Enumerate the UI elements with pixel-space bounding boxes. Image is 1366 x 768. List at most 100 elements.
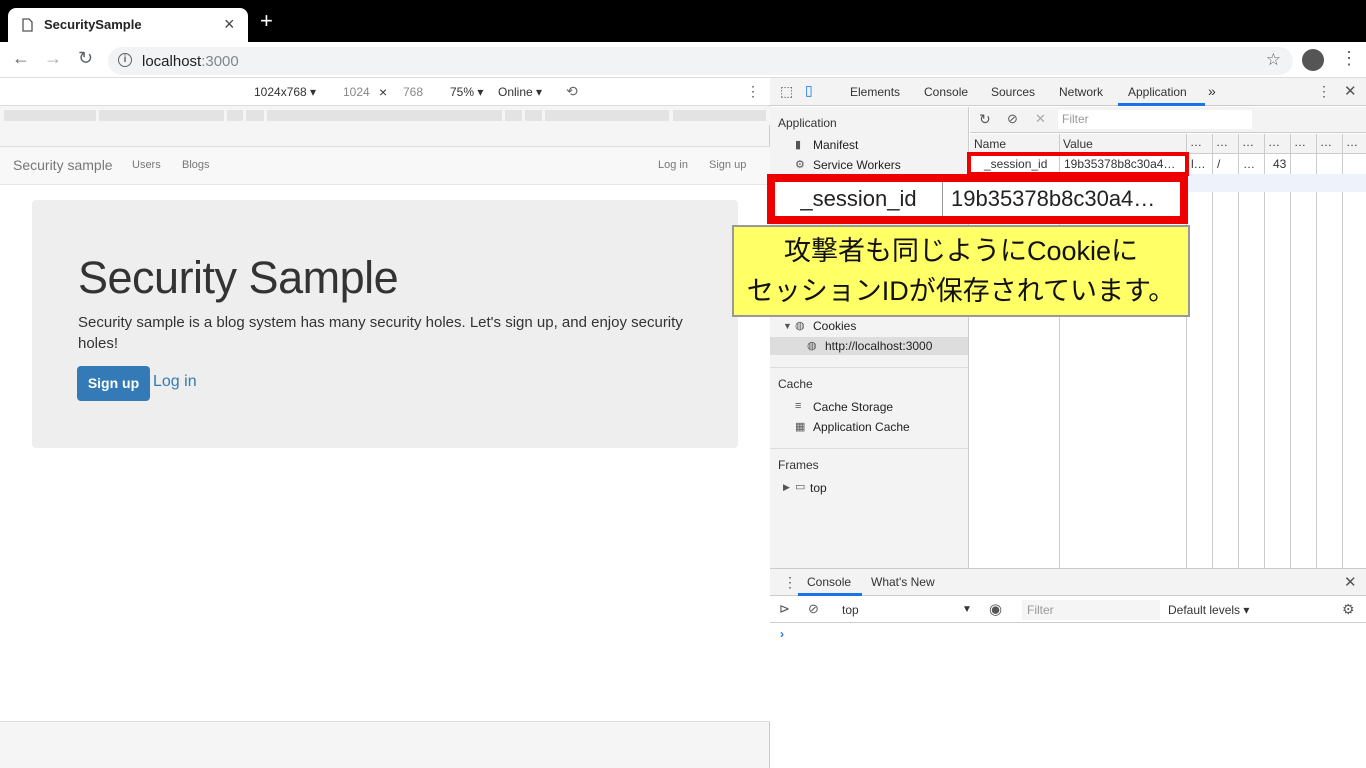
- console-filter-input[interactable]: Filter: [1022, 600, 1160, 620]
- emulated-viewport: 1024x768 ▾ 1024 × 768 75% ▾ Online ▾ ⟲ ⋮…: [0, 78, 770, 768]
- web-page: Security sample Users Blogs Log in Sign …: [0, 146, 770, 722]
- page-heading: Security Sample: [78, 252, 399, 303]
- clear-all-icon[interactable]: ⊘: [1007, 111, 1018, 127]
- highlight-box: [967, 152, 1189, 176]
- cookie-toolbar: ↻ ⊘ ✕ Filter: [970, 107, 1366, 133]
- sidebar-item-cookies[interactable]: Cookies: [813, 319, 856, 333]
- cookie-size-cell: 43: [1273, 157, 1287, 171]
- bookmark-star-icon[interactable]: ☆: [1266, 50, 1281, 70]
- context-dropdown-icon[interactable]: ▼: [962, 604, 972, 615]
- delete-selected-icon[interactable]: ✕: [1035, 111, 1046, 127]
- settings-gear-icon[interactable]: ⚙: [1342, 601, 1355, 618]
- reload-icon[interactable]: ↻: [78, 48, 93, 69]
- cookie-origin-icon: ◍: [807, 340, 817, 352]
- signup-button[interactable]: Sign up: [77, 366, 150, 401]
- sidebar-item-frame-top[interactable]: top: [810, 481, 827, 495]
- inspect-element-icon[interactable]: ⬚: [780, 83, 793, 100]
- col-value[interactable]: Value: [1063, 137, 1093, 151]
- device-select[interactable]: 1024x768 ▾: [254, 85, 316, 99]
- zoomed-cookie-value: 19b35378b8c30a4…: [951, 186, 1156, 211]
- width-input[interactable]: 1024: [343, 85, 370, 99]
- cookie-expires-cell: …: [1243, 157, 1255, 171]
- drawer-active-indicator: [798, 593, 862, 596]
- close-tab-icon[interactable]: ×: [224, 14, 235, 35]
- site-brand[interactable]: Security sample: [13, 157, 113, 173]
- lead-text: Security sample is a blog system has man…: [78, 314, 683, 352]
- height-input[interactable]: 768: [403, 85, 423, 99]
- annotation-callout: 攻撃者も同じようにCookieに セッションIDが保存されています。: [732, 225, 1190, 317]
- cookie-filter-input[interactable]: Filter: [1058, 110, 1252, 129]
- more-tabs-icon[interactable]: »: [1208, 83, 1216, 99]
- sidebar-toggle-icon[interactable]: ⊳: [779, 601, 790, 617]
- browser-tab[interactable]: SecuritySample ×: [8, 8, 248, 42]
- col-domain[interactable]: …: [1190, 135, 1202, 149]
- login-link[interactable]: Log in: [153, 373, 197, 391]
- browser-title-bar: SecuritySample × +: [0, 0, 1366, 42]
- device-toggle-icon[interactable]: ▯: [805, 82, 813, 99]
- close-drawer-icon[interactable]: ✕: [1344, 573, 1357, 591]
- cache-section-header: Cache: [778, 377, 813, 391]
- gear-icon: ⚙: [795, 159, 805, 171]
- console-toolbar: ⊳ ⊘ top ▼ ◉ Filter Default levels ▾ ⚙: [770, 597, 1366, 623]
- devtools-menu-icon[interactable]: ⋮: [1317, 83, 1331, 100]
- application-section-header: Application: [778, 116, 837, 130]
- address-bar[interactable]: i localhost:3000 ☆: [108, 47, 1293, 75]
- nav-blogs-link[interactable]: Blogs: [182, 159, 210, 171]
- tab-elements[interactable]: Elements: [850, 85, 900, 99]
- new-tab-icon[interactable]: +: [260, 10, 273, 32]
- collapse-arrow-icon[interactable]: ▶: [783, 482, 790, 493]
- col-expires[interactable]: …: [1242, 135, 1254, 149]
- cookie-domain-cell: l…: [1191, 157, 1206, 171]
- browser-menu-icon[interactable]: ⋮: [1340, 48, 1358, 69]
- back-icon[interactable]: ←: [12, 48, 30, 69]
- tab-network[interactable]: Network: [1059, 85, 1103, 99]
- expand-arrow-icon[interactable]: ▼: [783, 321, 792, 331]
- col-path[interactable]: …: [1216, 135, 1228, 149]
- tab-application[interactable]: Application: [1128, 85, 1187, 99]
- eye-icon[interactable]: ◉: [989, 600, 1002, 618]
- close-devtools-icon[interactable]: ✕: [1344, 82, 1357, 100]
- device-more-icon[interactable]: ⋮: [746, 83, 760, 100]
- col-samesite[interactable]: …: [1346, 135, 1358, 149]
- refresh-icon[interactable]: ↻: [979, 111, 991, 128]
- col-size[interactable]: …: [1268, 135, 1280, 149]
- browser-toolbar: ← → ↻ i localhost:3000 ☆ ⋮: [0, 42, 1366, 78]
- nav-users-link[interactable]: Users: [132, 159, 161, 171]
- sidebar-item-manifest[interactable]: Manifest: [813, 138, 858, 152]
- drawer-tab-console[interactable]: Console: [807, 575, 851, 589]
- sidebar-item-cache-storage[interactable]: Cache Storage: [813, 400, 893, 414]
- jumbotron: Security Sample Security sample is a blo…: [32, 200, 738, 448]
- levels-select[interactable]: Default levels ▾: [1168, 603, 1249, 617]
- network-throttle-select[interactable]: Online ▾: [498, 85, 542, 99]
- zoom-select[interactable]: 75% ▾: [450, 85, 483, 99]
- sidebar-item-application-cache[interactable]: Application Cache: [813, 420, 910, 434]
- context-select[interactable]: top: [842, 603, 859, 617]
- sidebar-item-cookie-origin[interactable]: http://localhost:3000: [825, 339, 932, 353]
- sidebar-item-service-workers[interactable]: Service Workers: [813, 158, 901, 172]
- nav-login-link[interactable]: Log in: [658, 159, 688, 171]
- database-icon: ≡: [795, 400, 802, 412]
- frame-icon: ▭: [795, 481, 806, 493]
- media-query-bar[interactable]: [0, 107, 770, 125]
- tab-console[interactable]: Console: [924, 85, 968, 99]
- col-name[interactable]: Name: [974, 137, 1006, 151]
- col-secure[interactable]: …: [1320, 135, 1332, 149]
- rotate-icon[interactable]: ⟲: [566, 83, 578, 100]
- tab-sources[interactable]: Sources: [991, 85, 1035, 99]
- drawer-tab-whats-new[interactable]: What's New: [871, 575, 935, 589]
- clear-console-icon[interactable]: ⊘: [808, 601, 819, 617]
- zoomed-cookie-callout: _session_id 19b35378b8c30a4…: [767, 174, 1188, 224]
- col-httponly[interactable]: …: [1294, 135, 1306, 149]
- dimension-times: ×: [379, 84, 388, 100]
- drawer-tabbar: ⋮ Console What's New ✕: [770, 569, 1366, 596]
- nav-signup-link[interactable]: Sign up: [709, 159, 746, 171]
- forward-icon[interactable]: →: [44, 48, 62, 69]
- console-prompt[interactable]: ›: [780, 627, 784, 641]
- tab-title: SecuritySample: [44, 17, 142, 32]
- grid-icon: ▦: [795, 421, 806, 433]
- profile-avatar[interactable]: [1302, 49, 1324, 71]
- page-icon: [22, 18, 33, 35]
- callout-line-2: セッションIDが保存されています。: [746, 276, 1176, 306]
- drawer-menu-icon[interactable]: ⋮: [783, 574, 797, 591]
- info-icon[interactable]: i: [118, 53, 132, 67]
